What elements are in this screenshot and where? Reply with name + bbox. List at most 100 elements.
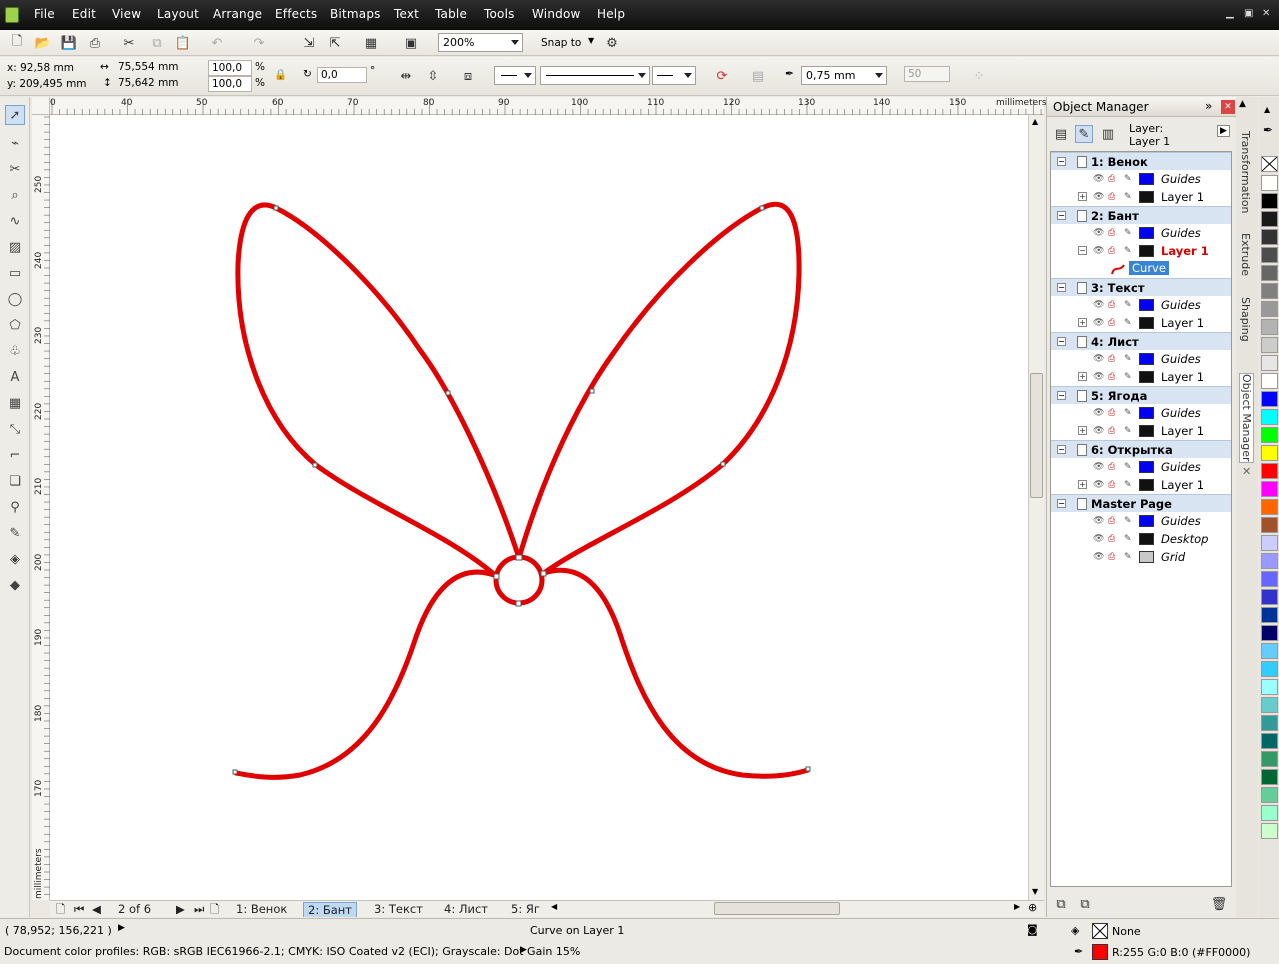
expand-icon[interactable]: + — [1078, 318, 1087, 327]
object-tree[interactable]: −1: Венок 👁 ⎙ ✎ Guides + 👁 ⎙ ✎ Layer 1−2: Бант 👁 ⎙ ✎… — [1050, 151, 1232, 887]
collapse-icon[interactable]: − — [1057, 337, 1066, 346]
curve-node[interactable] — [515, 554, 523, 561]
tree-page-row[interactable]: − 3: Текст — [1051, 278, 1231, 296]
tree-layer-row[interactable]: 👁 ⎙ ✎ Guides — [1051, 170, 1231, 188]
curve-node[interactable] — [312, 462, 318, 468]
visibility-eye-icon[interactable]: 👁 — [1093, 515, 1105, 527]
printable-icon[interactable]: ⎙ — [1108, 317, 1120, 329]
layer-color-swatch[interactable] — [1139, 227, 1154, 239]
tree-object-label[interactable]: Curve — [1129, 261, 1169, 275]
visibility-eye-icon[interactable]: 👁 — [1093, 191, 1105, 203]
tree-layer-row[interactable]: 👁 ⎙ ✎ Guides — [1051, 512, 1231, 530]
tree-layer-row[interactable]: 👁 ⎙ ✎ Guides — [1051, 224, 1231, 242]
right-loop-curve[interactable] — [516, 201, 802, 576]
palette-swatch[interactable] — [1261, 499, 1278, 515]
expand-icon[interactable]: + — [1078, 480, 1087, 489]
horizontal-scrollbar[interactable]: ◀ ▶ — [548, 901, 1028, 916]
menu-file[interactable]: File — [34, 7, 55, 21]
tab-extrude[interactable]: Extrude — [1239, 233, 1252, 276]
layer-color-swatch[interactable] — [1139, 353, 1154, 365]
tree-layer-row[interactable]: 👁 ⎙ ✎ Guides — [1051, 296, 1231, 314]
tab-transformation[interactable]: Transformation — [1239, 131, 1252, 214]
menu-window[interactable]: Window — [532, 7, 581, 21]
options-icon[interactable]: ⚙ — [603, 34, 621, 52]
tree-layer-row[interactable]: + 👁 ⎙ ✎ Layer 1 — [1051, 188, 1231, 206]
printable-icon[interactable]: ⎙ — [1108, 353, 1120, 365]
layer-manager-view-icon[interactable]: ▥ — [1099, 125, 1117, 143]
layer-color-swatch[interactable] — [1139, 173, 1154, 185]
collapse-icon[interactable]: − — [1057, 445, 1066, 454]
scroll-up-icon[interactable]: ▲ — [1032, 117, 1038, 126]
text-tool-icon[interactable]: A — [5, 367, 25, 387]
palette-swatch[interactable] — [1261, 535, 1278, 551]
interactive-fill-tool-icon[interactable]: ◆ — [5, 575, 25, 595]
navigator-icon[interactable]: ⊕ — [1028, 901, 1037, 914]
editable-pencil-icon[interactable]: ✎ — [1124, 407, 1136, 419]
palette-swatch[interactable] — [1261, 211, 1278, 227]
editable-pencil-icon[interactable]: ✎ — [1124, 299, 1136, 311]
profiles-expand-icon[interactable]: ▶ — [520, 945, 527, 955]
menu-help[interactable]: Help — [597, 7, 625, 21]
visibility-eye-icon[interactable]: 👁 — [1093, 371, 1105, 383]
tree-layer-row[interactable]: + 👁 ⎙ ✎ Layer 1 — [1051, 368, 1231, 386]
color-proofing-icon[interactable]: ◙ — [1027, 923, 1038, 936]
start-arrowhead-select[interactable] — [494, 66, 536, 85]
palette-swatch[interactable] — [1261, 607, 1278, 623]
ellipse-tool-icon[interactable]: ◯ — [5, 289, 25, 309]
expand-icon[interactable]: + — [1078, 192, 1087, 201]
menu-arrange[interactable]: Arrange — [213, 7, 262, 21]
palette-swatch[interactable] — [1261, 517, 1278, 533]
outline-color-swatch[interactable] — [1092, 944, 1108, 960]
scroll-left-icon[interactable]: ◀ — [551, 902, 557, 911]
bow-drawing[interactable] — [50, 115, 1028, 900]
printable-icon[interactable]: ⎙ — [1108, 299, 1120, 311]
printable-icon[interactable]: ⎙ — [1108, 551, 1120, 563]
freehand-tool-icon[interactable]: ∿ — [5, 211, 25, 231]
horizontal-scroll-thumb[interactable] — [714, 902, 840, 915]
cut-icon[interactable]: ✂ — [120, 34, 138, 52]
x-position-field[interactable]: x: 92,58 mm — [4, 61, 94, 77]
printable-icon[interactable]: ⎙ — [1108, 425, 1120, 437]
blend-tool-icon[interactable]: ❏ — [5, 471, 25, 491]
curve-node[interactable] — [445, 390, 451, 396]
palette-swatch[interactable] — [1261, 679, 1278, 695]
layer-color-swatch[interactable] — [1139, 299, 1154, 311]
editable-pencil-icon[interactable]: ✎ — [1124, 515, 1136, 527]
tree-page-row[interactable]: − Master Page — [1051, 494, 1231, 512]
layer-color-swatch[interactable] — [1139, 533, 1154, 545]
tree-layer-row[interactable]: − 👁 ⎙ ✎ Layer 1 — [1051, 242, 1231, 260]
collapse-icon[interactable]: − — [1057, 499, 1066, 508]
tree-page-row[interactable]: − 1: Венок — [1051, 152, 1231, 170]
scale-y-field[interactable]: 100,0 — [208, 76, 252, 92]
previous-page-icon[interactable]: ◀ — [88, 902, 105, 917]
bow-knot-ring[interactable] — [493, 554, 545, 606]
expand-status-icon[interactable]: ▶ — [118, 923, 125, 933]
left-loop-curve[interactable] — [235, 202, 522, 579]
new-layer-icon[interactable]: ⧉ — [1052, 895, 1070, 913]
printable-icon[interactable]: ⎙ — [1108, 533, 1120, 545]
printable-icon[interactable]: ⎙ — [1108, 191, 1120, 203]
editable-pencil-icon[interactable]: ✎ — [1124, 551, 1136, 563]
table-tool-icon[interactable]: ▦ — [5, 393, 25, 413]
palette-swatch[interactable] — [1261, 283, 1278, 299]
basic-shapes-tool-icon[interactable]: ♧ — [5, 341, 25, 361]
menu-layout[interactable]: Layout — [157, 7, 199, 21]
editable-pencil-icon[interactable]: ✎ — [1124, 173, 1136, 185]
menu-effects[interactable]: Effects — [275, 7, 317, 21]
editable-pencil-icon[interactable]: ✎ — [1124, 227, 1136, 239]
eyedropper-icon[interactable]: ✒ — [1263, 123, 1273, 137]
palette-swatch[interactable] — [1261, 355, 1278, 371]
palette-swatch[interactable] — [1261, 589, 1278, 605]
edit-across-layers-icon[interactable]: ✎ — [1075, 125, 1093, 143]
scroll-down-icon[interactable]: ▼ — [1032, 887, 1038, 896]
ruler-origin[interactable] — [32, 97, 50, 115]
palette-swatch[interactable] — [1261, 247, 1278, 263]
palette-swatch[interactable] — [1261, 445, 1278, 461]
palette-swatch[interactable] — [1261, 643, 1278, 659]
rectangle-tool-icon[interactable]: ▭ — [5, 263, 25, 283]
layer-menu-arrow-icon[interactable]: ▶ — [1217, 125, 1230, 137]
lock-ratio-icon[interactable]: 🔒 — [274, 68, 287, 81]
visibility-eye-icon[interactable]: 👁 — [1093, 551, 1105, 563]
curve-node[interactable] — [273, 205, 279, 211]
drawing-canvas[interactable] — [50, 115, 1028, 900]
